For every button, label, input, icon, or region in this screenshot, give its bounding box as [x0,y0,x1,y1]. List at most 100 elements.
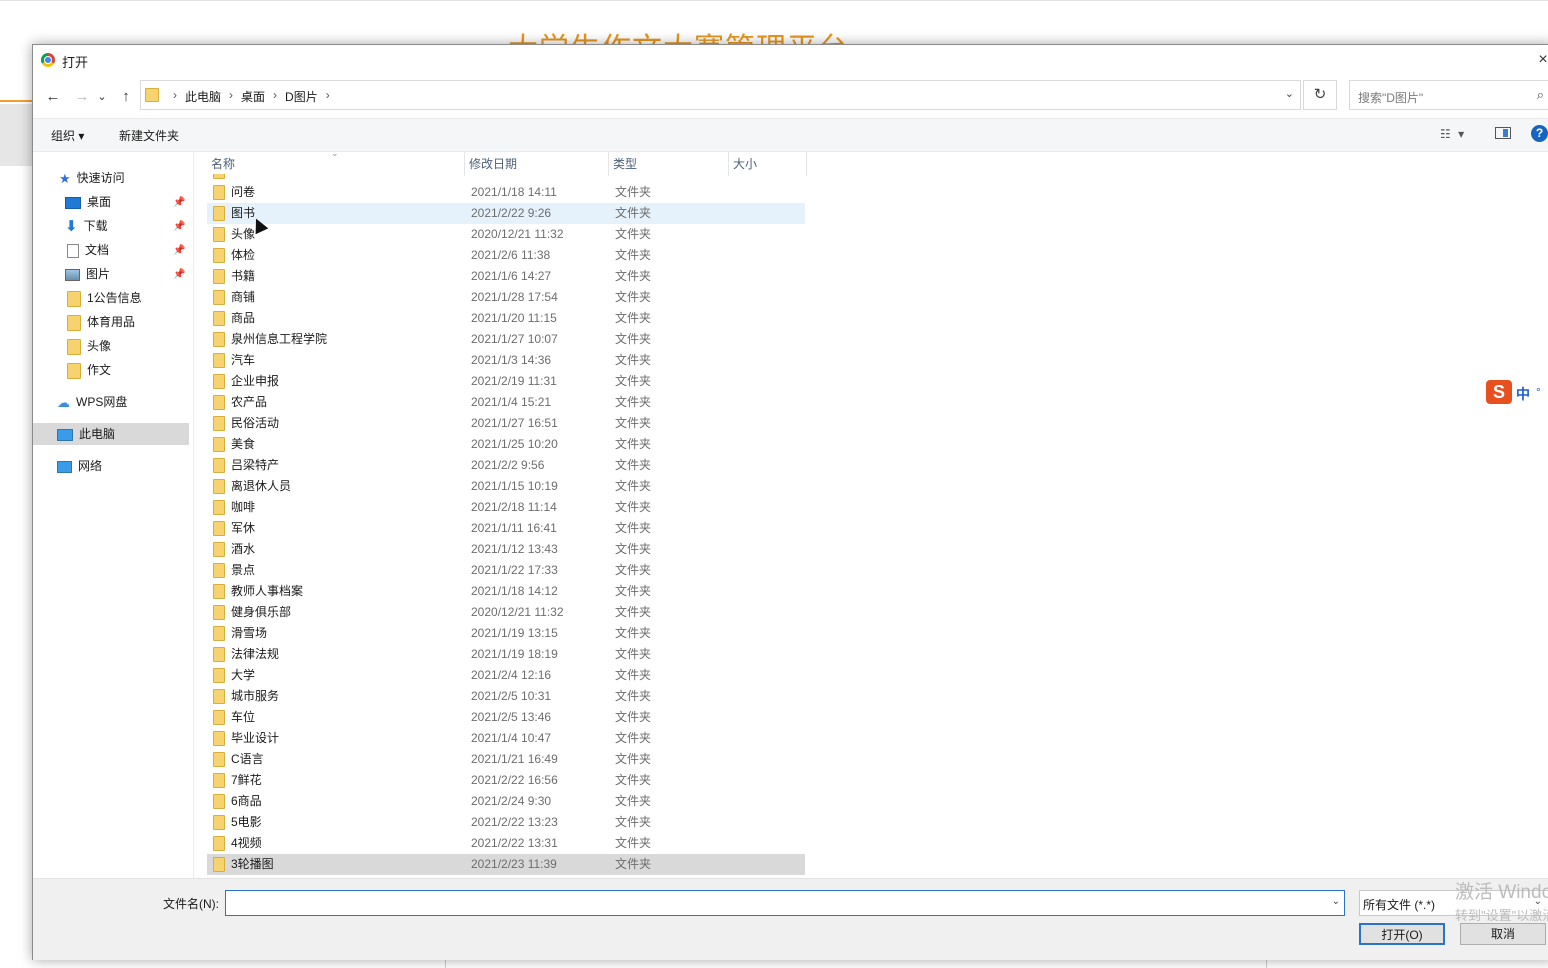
file-type: 文件夹 [615,605,652,619]
folder-icon [213,458,225,473]
forward-button[interactable]: → [72,88,92,106]
sidebar-item-announcements[interactable]: 1公告信息 [67,287,142,309]
refresh-button[interactable]: ↻ [1303,80,1337,110]
chevron-down-icon[interactable]: ⌄ [1332,896,1340,907]
sidebar-item-pictures[interactable]: 图片 [65,263,110,285]
file-row[interactable]: 车位 2021/2/5 13:46 文件夹 [207,707,805,728]
sidebar-item-downloads[interactable]: ⬇ 下载 [65,215,108,237]
file-row[interactable]: 商铺 2021/1/28 17:54 文件夹 [207,287,805,308]
file-row[interactable]: 书籍 2021/1/6 14:27 文件夹 [207,266,805,287]
file-row[interactable]: 酒水 2021/1/12 13:43 文件夹 [207,539,805,560]
file-row[interactable]: 美食 2021/1/25 10:20 文件夹 [207,434,805,455]
folder-icon [213,416,225,431]
file-row[interactable]: 农产品 2021/1/4 15:21 文件夹 [207,392,805,413]
ime-mode[interactable]: 中 [1516,384,1530,404]
sidebar-item-this-pc[interactable]: 此电脑 [33,423,189,445]
view-options-icon[interactable]: ☷ ▾ [1440,127,1466,141]
folder-icon [213,605,225,620]
file-row[interactable]: 3轮播图 2021/2/23 11:39 文件夹 [207,854,805,875]
file-row[interactable]: 5电影 2021/2/22 13:23 文件夹 [207,812,805,833]
sidebar-item-essays[interactable]: 作文 [67,359,111,381]
sogou-logo-icon: S [1486,380,1512,404]
file-row[interactable]: 7鲜花 2021/2/22 16:56 文件夹 [207,770,805,791]
sidebar-item-wps-cloud[interactable]: ☁ WPS网盘 [57,391,127,413]
preview-pane-icon[interactable] [1495,127,1511,139]
column-header-date[interactable]: 修改日期 [465,152,609,176]
file-type: 文件夹 [615,479,652,493]
file-row[interactable]: 6商品 2021/2/24 9:30 文件夹 [207,791,805,812]
dialog-footer: 文件名(N): ⌄ 所有文件 (*.*) ⌄ 打开(O) 取消 激活 Windo… [33,878,1548,960]
pin-icon[interactable]: 📌 [173,269,185,280]
file-type: 文件夹 [615,521,652,535]
breadcrumb-item[interactable]: 桌面 [241,88,265,105]
sidebar-item-desktop[interactable]: 桌面 [65,191,111,213]
file-type: 文件夹 [615,647,652,661]
search-input[interactable]: 搜索"D图片" ⌕ [1349,80,1548,110]
new-folder-button[interactable]: 新建文件夹 [119,127,179,144]
folder-icon [213,248,225,263]
sidebar-item-avatar[interactable]: 头像 [67,335,111,357]
file-row[interactable]: 泉州信息工程学院 2021/1/27 10:07 文件夹 [207,329,805,350]
file-row[interactable]: 图书 2021/2/22 9:26 文件夹 [207,203,805,224]
file-row[interactable]: 商品 2021/1/20 11:15 文件夹 [207,308,805,329]
up-button[interactable]: ↑ [116,88,136,106]
file-row[interactable]: 体检 2021/2/6 11:38 文件夹 [207,245,805,266]
file-date: 2021/1/19 13:15 [471,626,558,640]
file-row[interactable]: 吕梁特产 2021/2/2 9:56 文件夹 [207,455,805,476]
pin-icon[interactable]: 📌 [173,245,185,256]
cancel-button[interactable]: 取消 [1460,923,1546,945]
file-row[interactable]: 法律法规 2021/1/19 18:19 文件夹 [207,644,805,665]
command-toolbar: 组织 ▾ 新建文件夹 ☷ ▾ ? [33,118,1548,152]
file-row[interactable]: 健身俱乐部 2020/12/21 11:32 文件夹 [207,602,805,623]
file-row[interactable]: C语言 2021/1/21 16:49 文件夹 [207,749,805,770]
pin-icon[interactable]: 📌 [173,221,185,232]
file-row[interactable]: 大学 2021/2/4 12:16 文件夹 [207,665,805,686]
breadcrumb-item[interactable]: 此电脑 [185,88,221,105]
pin-icon[interactable]: 📌 [173,197,185,208]
folder-icon [67,314,81,331]
chevron-right-icon[interactable]: › [265,88,285,105]
address-bar[interactable]: › 此电脑 › 桌面 › D图片 › ⌄ [140,80,1301,110]
file-row[interactable]: 4视频 2021/2/22 13:31 文件夹 [207,833,805,854]
pane-splitter[interactable] [193,152,194,878]
filename-input[interactable]: ⌄ [225,890,1345,916]
sidebar-item-quick-access[interactable]: ★ 快速访问 [59,167,125,189]
open-button[interactable]: 打开(O) [1359,923,1445,945]
ime-punct-icon[interactable]: ° [1536,385,1541,399]
file-row[interactable]: 景点 2021/1/22 17:33 文件夹 [207,560,805,581]
file-row[interactable]: 教师人事档案 2021/1/18 14:12 文件夹 [207,581,805,602]
file-row[interactable]: 滑雪场 2021/1/19 13:15 文件夹 [207,623,805,644]
file-row[interactable]: 军休 2021/1/11 16:41 文件夹 [207,518,805,539]
chevron-right-icon[interactable]: › [221,88,241,105]
file-row[interactable]: 毕业设计 2021/1/4 10:47 文件夹 [207,728,805,749]
file-row[interactable]: 问卷 2021/1/18 14:11 文件夹 [207,182,805,203]
close-button[interactable]: × [1533,45,1548,75]
recent-locations-button[interactable]: ⌄ [96,88,108,106]
chevron-right-icon[interactable]: › [318,88,338,105]
back-button[interactable]: ← [43,88,63,106]
column-header-size[interactable]: 大小 [729,152,807,176]
column-header-name[interactable]: 名称 [207,152,465,176]
file-date: 2021/1/18 14:12 [471,584,558,598]
file-date: 2021/2/18 11:14 [471,500,557,514]
file-type: 文件夹 [615,857,652,871]
search-icon[interactable]: ⌕ [1537,87,1544,103]
file-type: 文件夹 [615,437,652,451]
organize-button[interactable]: 组织 ▾ [51,127,84,144]
file-row[interactable]: 离退休人员 2021/1/15 10:19 文件夹 [207,476,805,497]
chevron-down-icon[interactable]: ⌄ [1285,87,1294,100]
file-type: 文件夹 [615,731,652,745]
sidebar-item-documents[interactable]: 文档 [67,239,109,261]
sidebar-item-network[interactable]: 网络 [57,455,102,477]
sidebar-item-sports-goods[interactable]: 体育用品 [67,311,135,333]
file-row[interactable]: 汽车 2021/1/3 14:36 文件夹 [207,350,805,371]
file-row[interactable]: 民俗活动 2021/1/27 16:51 文件夹 [207,413,805,434]
ime-toolbar[interactable]: S 中 ° [1486,380,1548,406]
file-row[interactable]: 企业申报 2021/2/19 11:31 文件夹 [207,371,805,392]
help-icon[interactable]: ? [1531,125,1548,142]
file-row[interactable]: 头像 2020/12/21 11:32 文件夹 [207,224,805,245]
file-row[interactable]: 咖啡 2021/2/18 11:14 文件夹 [207,497,805,518]
breadcrumb-item[interactable]: D图片 [285,88,318,105]
file-row[interactable]: 城市服务 2021/2/5 10:31 文件夹 [207,686,805,707]
column-header-type[interactable]: 类型 [609,152,729,176]
